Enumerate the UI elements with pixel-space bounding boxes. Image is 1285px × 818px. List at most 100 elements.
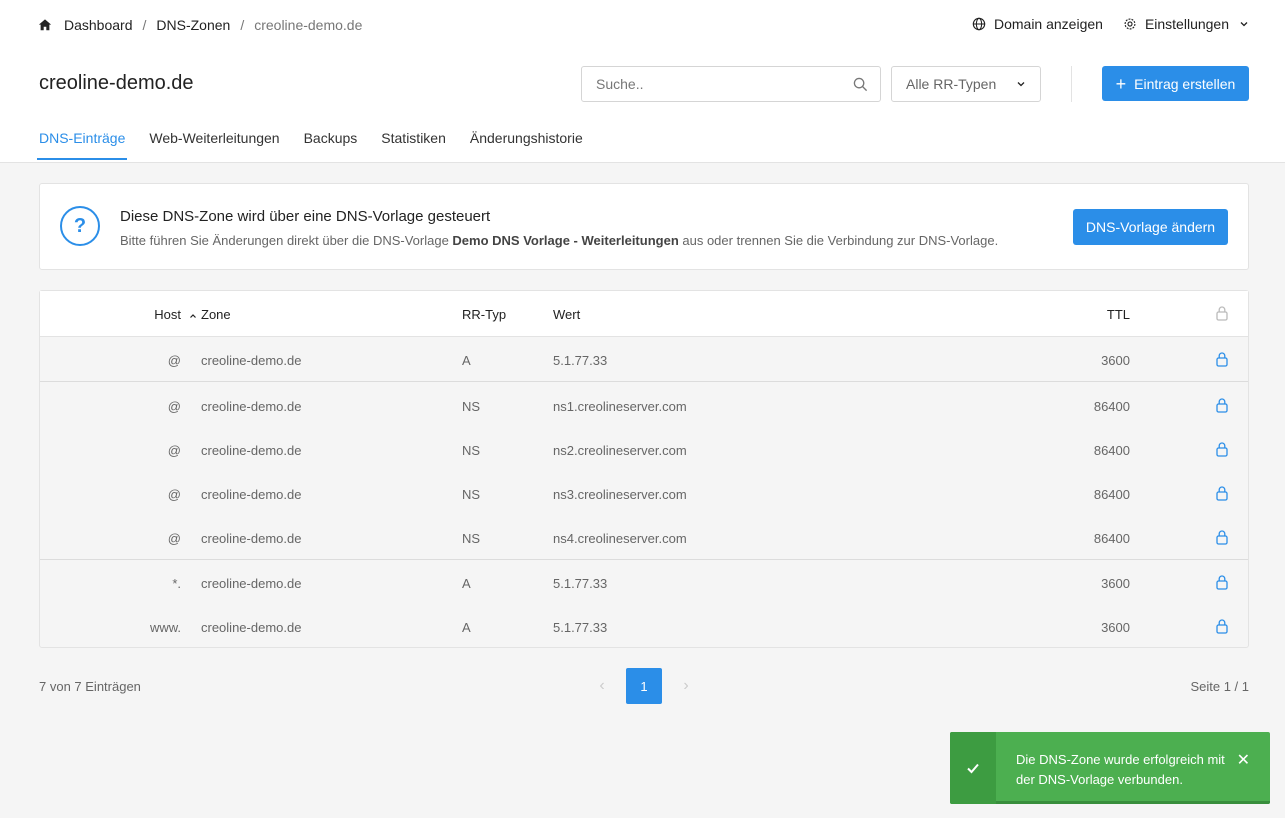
lock-icon[interactable] bbox=[1215, 529, 1229, 548]
cell-value: 5.1.77.33 bbox=[553, 576, 608, 591]
table-row[interactable]: www. creoline-demo.de A 5.1.77.33 3600 bbox=[40, 604, 1248, 648]
settings-dropdown[interactable]: Einstellungen bbox=[1123, 16, 1249, 32]
cell-zone: creoline-demo.de bbox=[201, 576, 302, 591]
cell-rr-type: NS bbox=[462, 443, 481, 458]
rr-type-select-value: Alle RR-Typen bbox=[906, 76, 997, 92]
notice-template-name: Demo DNS Vorlage - Weiterleitungen bbox=[452, 233, 679, 248]
header-value[interactable]: Wert bbox=[553, 307, 580, 322]
cell-value: ns1.creolineserver.com bbox=[553, 399, 687, 414]
chevron-left-icon[interactable]: ‹ bbox=[590, 668, 614, 704]
table-row[interactable]: @ creoline-demo.de NS ns4.creolineserver… bbox=[40, 515, 1248, 559]
cell-value: 5.1.77.33 bbox=[553, 353, 608, 368]
cell-value: 5.1.77.33 bbox=[553, 620, 608, 635]
cell-ttl: 3600 bbox=[1101, 576, 1130, 591]
lock-icon[interactable] bbox=[1215, 574, 1229, 593]
cell-zone: creoline-demo.de bbox=[201, 620, 302, 635]
table-row[interactable]: @ creoline-demo.de A 5.1.77.33 3600 bbox=[40, 337, 1248, 381]
cell-value: ns4.creolineserver.com bbox=[553, 531, 687, 546]
cell-ttl: 3600 bbox=[1101, 353, 1130, 368]
header-ttl[interactable]: TTL bbox=[1107, 307, 1130, 322]
table-row[interactable]: *. creoline-demo.de A 5.1.77.33 3600 bbox=[40, 560, 1248, 604]
page-count: Seite 1 / 1 bbox=[1190, 679, 1249, 694]
entries-count: 7 von 7 Einträgen bbox=[39, 679, 141, 694]
home-icon[interactable] bbox=[38, 18, 52, 32]
cell-ttl: 86400 bbox=[1093, 487, 1130, 502]
tab-bar: DNS-Einträge Web-Weiterleitungen Backups… bbox=[36, 130, 607, 160]
header-host[interactable]: Host bbox=[154, 307, 196, 322]
notice-title: Diese DNS-Zone wird über eine DNS-Vorlag… bbox=[120, 208, 491, 225]
show-domain-label: Domain anzeigen bbox=[993, 16, 1103, 32]
close-icon[interactable]: ✕ bbox=[1237, 750, 1250, 770]
search-icon[interactable] bbox=[853, 77, 868, 92]
cell-host: *. bbox=[172, 576, 181, 591]
create-entry-button[interactable]: + Eintrag erstellen bbox=[1102, 66, 1249, 101]
page-button[interactable]: 1 bbox=[626, 668, 662, 704]
sort-asc-icon bbox=[190, 313, 196, 318]
breadcrumb-dns-zones[interactable]: DNS-Zonen bbox=[156, 17, 230, 33]
cell-zone: creoline-demo.de bbox=[201, 353, 302, 368]
lock-icon[interactable] bbox=[1215, 351, 1229, 370]
tab-backups[interactable]: Backups bbox=[304, 130, 358, 159]
settings-label: Einstellungen bbox=[1144, 16, 1229, 32]
cell-ttl: 86400 bbox=[1093, 443, 1130, 458]
breadcrumb-separator: / bbox=[240, 17, 245, 33]
divider bbox=[1071, 66, 1072, 102]
cell-host: www. bbox=[149, 620, 181, 635]
notice-text: Bitte führen Sie Änderungen direkt über … bbox=[120, 233, 998, 248]
header-zone[interactable]: Zone bbox=[201, 307, 231, 322]
tab-web-redirects[interactable]: Web-Weiterleitungen bbox=[149, 130, 279, 159]
toast-progress bbox=[996, 801, 1270, 804]
cell-rr-type: A bbox=[462, 576, 471, 591]
header-rr-type[interactable]: RR-Typ bbox=[462, 307, 506, 322]
cell-ttl: 86400 bbox=[1093, 531, 1130, 546]
tab-dns-entries[interactable]: DNS-Einträge bbox=[36, 130, 128, 160]
top-header: Dashboard / DNS-Zonen / creoline-demo.de… bbox=[0, 0, 1285, 163]
cell-host: @ bbox=[167, 443, 181, 458]
globe-icon bbox=[972, 17, 986, 31]
lock-icon[interactable] bbox=[1215, 397, 1229, 416]
group-divider bbox=[40, 381, 1248, 382]
tab-change-history[interactable]: Änderungshistorie bbox=[470, 130, 583, 159]
tab-statistics[interactable]: Statistiken bbox=[381, 130, 446, 159]
lock-icon[interactable] bbox=[1215, 441, 1229, 460]
pagination: ‹ 1 › bbox=[590, 668, 698, 704]
success-toast: Die DNS-Zone wurde erfolgreich mit der D… bbox=[950, 732, 1270, 804]
notice-text-before: Bitte führen Sie Änderungen direkt über … bbox=[120, 233, 453, 248]
breadcrumb-dashboard[interactable]: Dashboard bbox=[64, 17, 133, 33]
chevron-down-icon bbox=[1240, 22, 1248, 27]
chevron-right-icon[interactable]: › bbox=[674, 668, 698, 704]
cell-rr-type: A bbox=[462, 620, 471, 635]
search-input[interactable] bbox=[582, 67, 842, 101]
lock-icon[interactable] bbox=[1215, 485, 1229, 504]
show-domain-button[interactable]: Domain anzeigen bbox=[972, 16, 1103, 32]
question-icon: ? bbox=[60, 206, 100, 246]
cell-rr-type: NS bbox=[462, 531, 481, 546]
cell-zone: creoline-demo.de bbox=[201, 443, 302, 458]
create-entry-label: Eintrag erstellen bbox=[1134, 75, 1236, 92]
cell-ttl: 86400 bbox=[1093, 399, 1130, 414]
cell-value: ns3.creolineserver.com bbox=[553, 487, 687, 502]
dns-records-table: Host Zone RR-Typ Wert TTL @ creoline-dem… bbox=[39, 290, 1249, 648]
change-template-button[interactable]: DNS-Vorlage ändern bbox=[1073, 209, 1228, 245]
header-host-label: Host bbox=[154, 307, 181, 322]
cell-host: @ bbox=[167, 353, 181, 368]
cell-zone: creoline-demo.de bbox=[201, 531, 302, 546]
cell-ttl: 3600 bbox=[1101, 620, 1130, 635]
cell-rr-type: NS bbox=[462, 399, 481, 414]
lock-icon bbox=[1215, 305, 1229, 324]
page-title: creoline-demo.de bbox=[39, 72, 194, 94]
cell-zone: creoline-demo.de bbox=[201, 399, 302, 414]
notice-text-after: aus oder trennen Sie die Verbindung zur … bbox=[678, 233, 999, 248]
table-header: Host Zone RR-Typ Wert TTL bbox=[40, 291, 1248, 337]
cell-rr-type: A bbox=[462, 353, 471, 368]
cell-host: @ bbox=[167, 531, 181, 546]
check-icon bbox=[950, 732, 996, 804]
rr-type-select[interactable]: Alle RR-Typen bbox=[891, 66, 1041, 102]
lock-icon[interactable] bbox=[1215, 618, 1229, 637]
table-row[interactable]: @ creoline-demo.de NS ns3.creolineserver… bbox=[40, 471, 1248, 515]
search-box bbox=[581, 66, 881, 102]
table-row[interactable]: @ creoline-demo.de NS ns2.creolineserver… bbox=[40, 427, 1248, 471]
table-row[interactable]: @ creoline-demo.de NS ns1.creolineserver… bbox=[40, 383, 1248, 427]
cell-rr-type: NS bbox=[462, 487, 481, 502]
toast-message: Die DNS-Zone wurde erfolgreich mit der D… bbox=[1016, 752, 1225, 787]
